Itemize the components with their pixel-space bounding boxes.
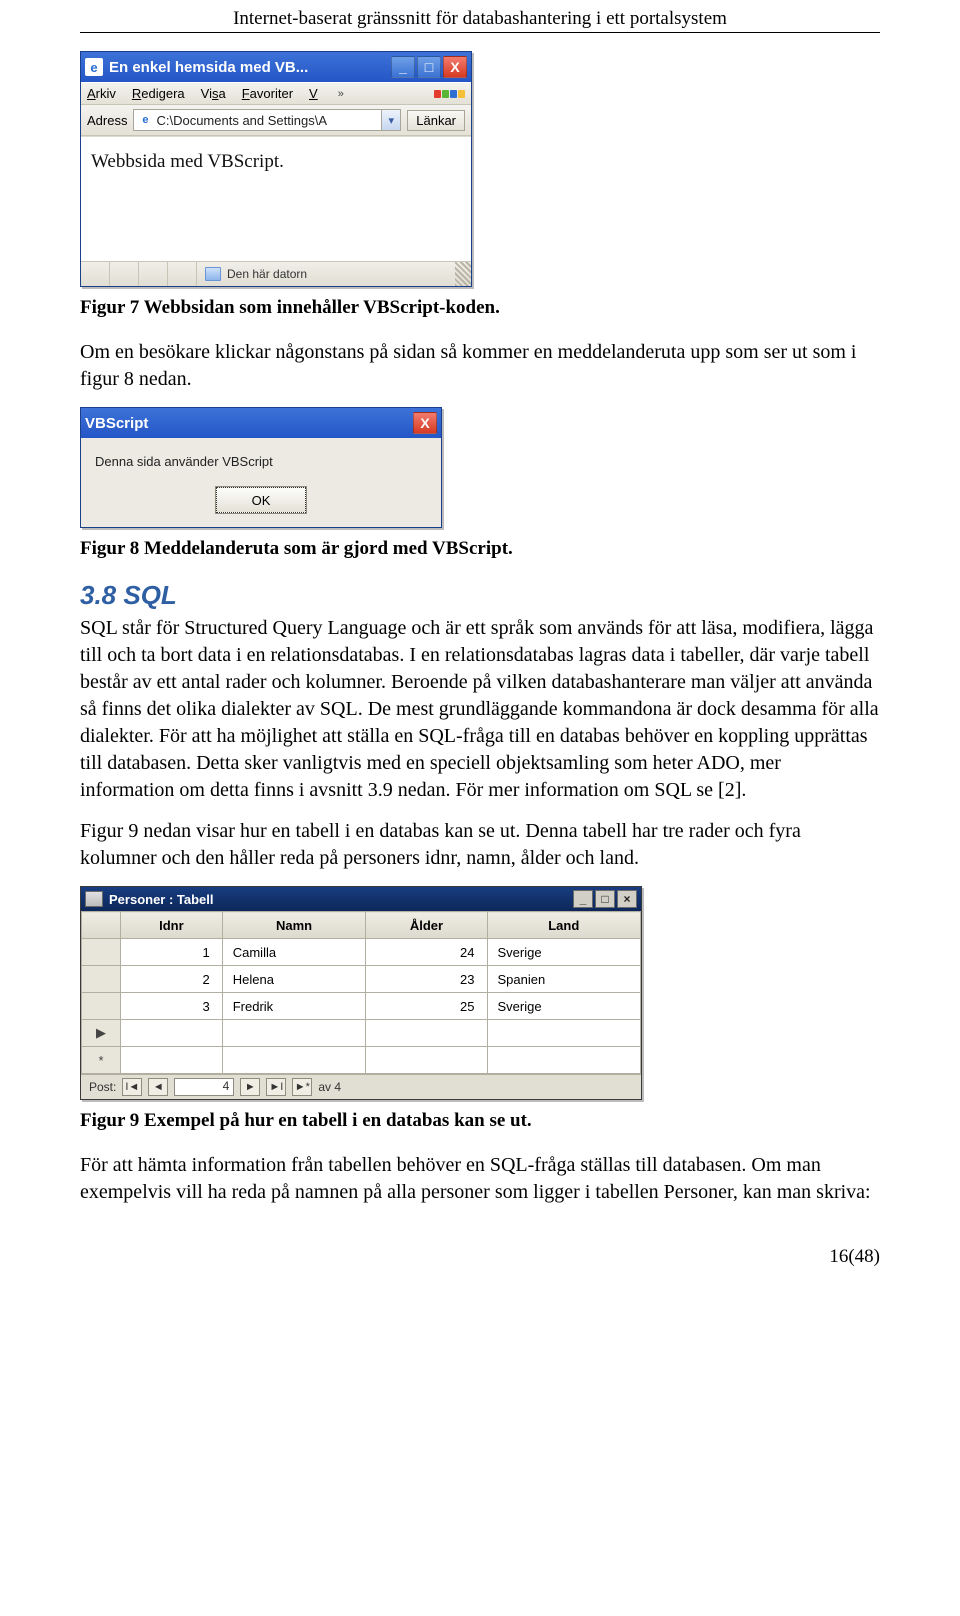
nav-next-button[interactable]: ► [240, 1078, 260, 1096]
table-header-row: Idnr Namn Ålder Land [82, 912, 641, 939]
nav-position-input[interactable]: 4 [174, 1078, 234, 1096]
window-title: En enkel hemsida med VB... [109, 59, 308, 76]
table-row[interactable]: 3 Fredrik 25 Sverige [82, 993, 641, 1020]
computer-icon [205, 267, 221, 281]
close-button[interactable]: X [443, 56, 467, 78]
cell[interactable]: Helena [222, 966, 366, 993]
minimize-button[interactable]: _ [391, 56, 415, 78]
menu-more-v[interactable]: V [309, 86, 318, 101]
dialog-message: Denna sida använder VBScript [95, 454, 427, 469]
col-land[interactable]: Land [487, 912, 640, 939]
cell[interactable]: Spanien [487, 966, 640, 993]
page-header: Internet-baserat gränssnitt för databash… [80, 0, 880, 33]
figure-7-caption: Figur 7 Webbsidan som innehåller VBScrip… [80, 297, 880, 319]
paragraph-2: SQL står för Structured Query Language o… [80, 615, 880, 804]
menu-visa[interactable]: Visa [201, 86, 226, 101]
table-row-new[interactable]: * [82, 1047, 641, 1074]
cell[interactable]: Camilla [222, 939, 366, 966]
address-input[interactable]: e C:\Documents and Settings\A ▾ [133, 109, 401, 131]
nav-prev-button[interactable]: ◄ [148, 1078, 168, 1096]
cell[interactable]: 1 [121, 939, 223, 966]
dialog-titlebar[interactable]: VBScript X [81, 408, 441, 438]
nav-label: Post: [89, 1080, 116, 1094]
nav-last-button[interactable]: ►I [266, 1078, 286, 1096]
address-bar: Adress e C:\Documents and Settings\A ▾ L… [81, 105, 471, 136]
menu-favoriter[interactable]: Favoriter [242, 86, 293, 101]
window-titlebar[interactable]: e En enkel hemsida med VB... _ □ X [81, 52, 471, 82]
figure-8-caption: Figur 8 Meddelanderuta som är gjord med … [80, 538, 880, 560]
links-button[interactable]: Länkar [407, 110, 465, 131]
page-content[interactable]: Webbsida med VBScript. [81, 136, 471, 261]
address-label: Adress [87, 113, 127, 128]
db-table: Idnr Namn Ålder Land 1 Camilla 24 Sverig… [81, 911, 641, 1074]
ie-icon: e [85, 58, 103, 76]
cell[interactable]: 2 [121, 966, 223, 993]
db-minimize-button[interactable]: _ [573, 890, 593, 908]
ok-button[interactable]: OK [216, 487, 306, 513]
menubar: Arkiv Redigera Visa Favoriter V » [81, 82, 471, 105]
db-maximize-button[interactable]: □ [595, 890, 615, 908]
paragraph-1: Om en besökare klickar någonstans på sid… [80, 339, 880, 393]
cell[interactable]: 24 [366, 939, 487, 966]
col-idnr[interactable]: Idnr [121, 912, 223, 939]
resize-grip-icon[interactable] [455, 262, 471, 286]
nav-of-label: av 4 [318, 1080, 341, 1094]
cell[interactable]: Fredrik [222, 993, 366, 1020]
windows-flag-icon [434, 90, 465, 98]
db-close-button[interactable]: × [617, 890, 637, 908]
figure-9-db-window: Personer : Tabell _ □ × Idnr Namn Ålder … [80, 886, 642, 1100]
section-3-8-title: 3.8 SQL [80, 580, 880, 611]
maximize-button[interactable]: □ [417, 56, 441, 78]
table-icon [85, 891, 103, 907]
menu-overflow-icon[interactable]: » [338, 88, 344, 100]
dialog-title: VBScript [85, 415, 148, 432]
menu-redigera[interactable]: Redigera [132, 86, 185, 101]
nav-first-button[interactable]: I◄ [122, 1078, 142, 1096]
record-navigator: Post: I◄ ◄ 4 ► ►I ►* av 4 [81, 1074, 641, 1099]
table-row[interactable]: 2 Helena 23 Spanien [82, 966, 641, 993]
col-namn[interactable]: Namn [222, 912, 366, 939]
nav-new-button[interactable]: ►* [292, 1078, 312, 1096]
figure-9-caption: Figur 9 Exempel på hur en tabell i en da… [80, 1110, 880, 1132]
dialog-close-button[interactable]: X [413, 412, 437, 434]
page-number: 16(48) [80, 1246, 880, 1268]
address-value: C:\Documents and Settings\A [156, 113, 327, 128]
address-dropdown-icon[interactable]: ▾ [381, 110, 400, 130]
figure-8-message-box: VBScript X Denna sida använder VBScript … [80, 407, 442, 528]
col-alder[interactable]: Ålder [366, 912, 487, 939]
db-window-title: Personer : Tabell [109, 892, 214, 907]
paragraph-4: För att hämta information från tabellen … [80, 1152, 880, 1206]
paragraph-3: Figur 9 nedan visar hur en tabell i en d… [80, 818, 880, 872]
menu-arkiv[interactable]: Arkiv [87, 86, 116, 101]
status-bar: Den här datorn [81, 261, 471, 286]
table-row[interactable]: 1 Camilla 24 Sverige [82, 939, 641, 966]
cell[interactable]: 25 [366, 993, 487, 1020]
status-text: Den här datorn [227, 267, 307, 281]
cell[interactable]: Sverige [487, 993, 640, 1020]
table-row-current[interactable]: ▶ [82, 1020, 641, 1047]
page-icon: e [138, 113, 152, 127]
cell[interactable]: 23 [366, 966, 487, 993]
cell[interactable]: Sverige [487, 939, 640, 966]
db-titlebar[interactable]: Personer : Tabell _ □ × [81, 887, 641, 911]
figure-7-browser-window: e En enkel hemsida med VB... _ □ X Arkiv… [80, 51, 472, 287]
cell[interactable]: 3 [121, 993, 223, 1020]
